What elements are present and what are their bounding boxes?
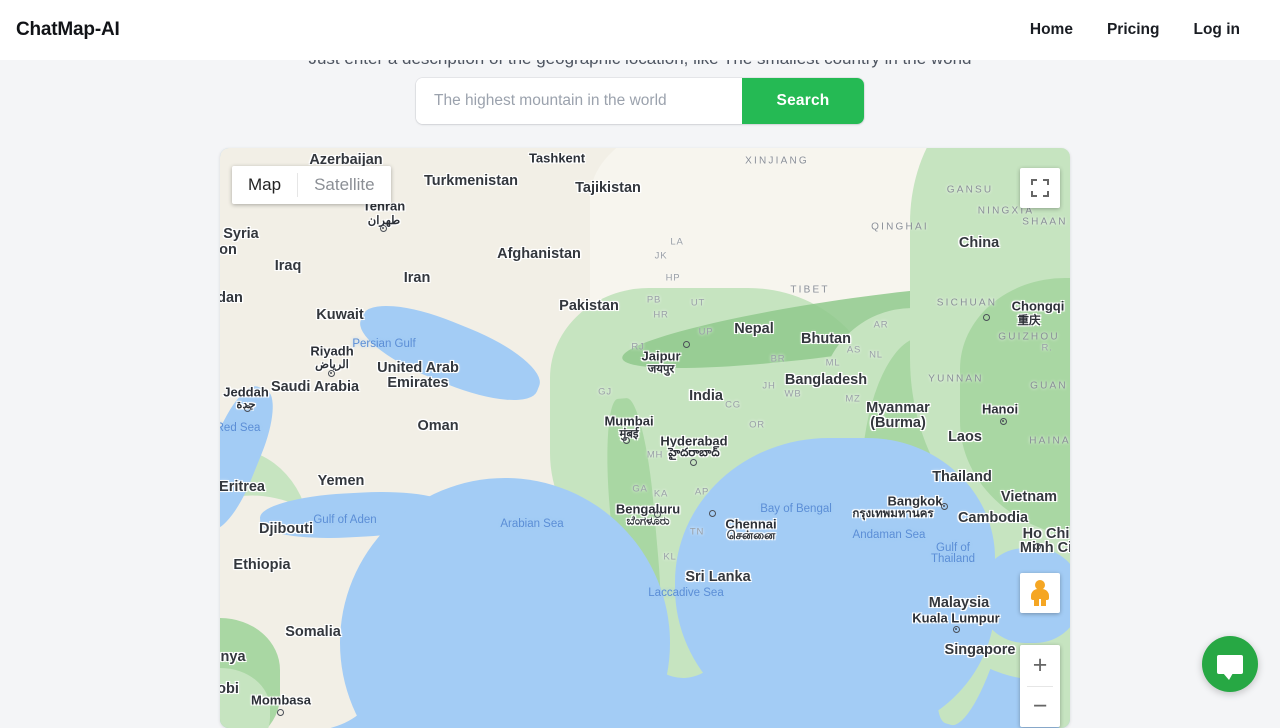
street-view-pegman-button[interactable] <box>1020 573 1060 613</box>
nav-link-login[interactable]: Log in <box>1194 21 1241 39</box>
hero-section: Just enter a description of the geograph… <box>0 60 1280 140</box>
fullscreen-icon <box>1031 179 1049 197</box>
map-canvas[interactable]: AzerbaijanTashkentTurkmenistanTajikistan… <box>220 148 1070 728</box>
map-container[interactable]: AzerbaijanTashkentTurkmenistanTajikistan… <box>220 148 1070 728</box>
nav-link-home[interactable]: Home <box>1030 21 1073 39</box>
main-navigation: Home Pricing Log in <box>1030 21 1240 39</box>
search-button[interactable]: Search <box>742 78 864 124</box>
fullscreen-button[interactable] <box>1020 168 1060 208</box>
zoom-in-button[interactable]: + <box>1020 646 1060 686</box>
chat-widget-button[interactable] <box>1202 636 1258 692</box>
map-type-map[interactable]: Map <box>232 166 297 204</box>
site-header: ChatMap-AI Home Pricing Log in <box>0 0 1280 60</box>
search-input[interactable] <box>416 78 742 124</box>
search-bar: Search <box>416 78 864 124</box>
zoom-controls: + − <box>1020 645 1060 727</box>
map-type-toggle: Map Satellite <box>232 166 391 204</box>
site-logo: ChatMap-AI <box>16 19 120 41</box>
nav-link-pricing[interactable]: Pricing <box>1107 21 1160 39</box>
water-bay-of-bengal <box>675 438 995 728</box>
pegman-icon <box>1029 580 1051 606</box>
chat-bubble-icon <box>1217 655 1243 674</box>
zoom-out-button[interactable]: − <box>1020 687 1060 727</box>
map-type-satellite[interactable]: Satellite <box>298 166 390 204</box>
